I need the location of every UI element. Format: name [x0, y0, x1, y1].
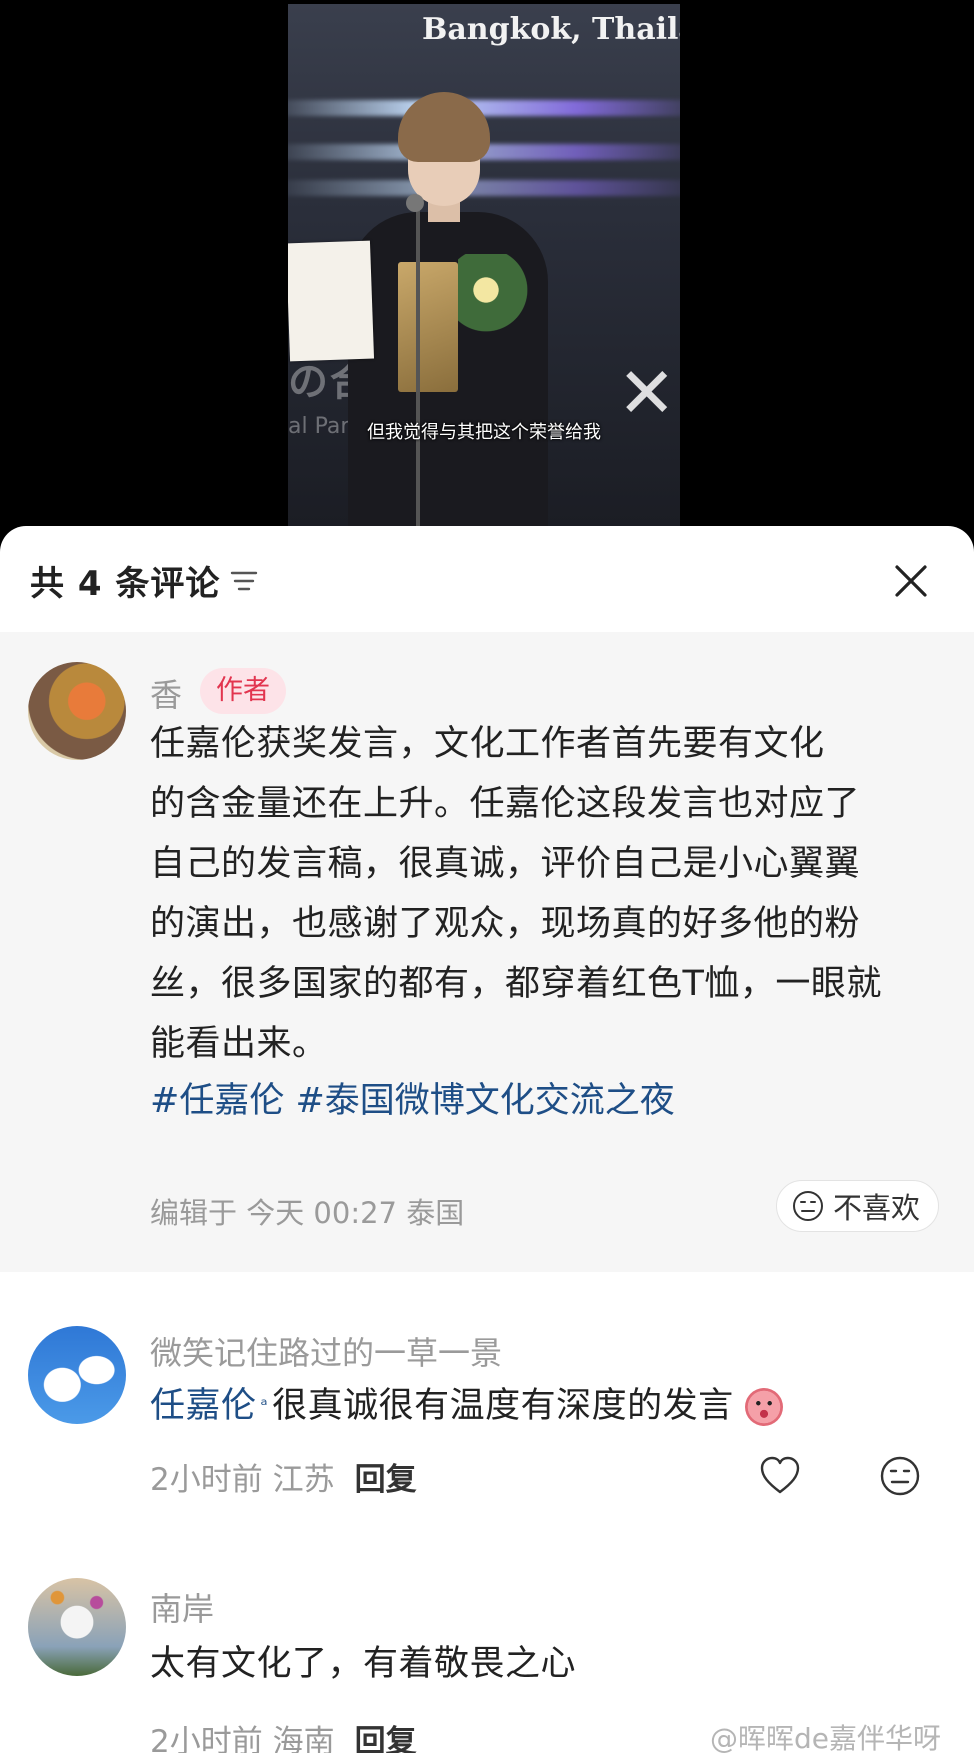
close-icon[interactable] [894, 564, 928, 598]
sort-filter-icon[interactable] [230, 568, 258, 594]
comment-text: 任嘉伦获奖发言，文化工作者首先要有文化 的含金量还在上升。任嘉伦这段发言也对应了… [150, 714, 940, 1074]
emoji-icon [745, 1388, 784, 1426]
comment-count: 共 4 条评论 [30, 564, 221, 604]
comment-meta: 2小时前 海南 回复 [150, 1716, 417, 1753]
meh-face-icon [793, 1191, 823, 1221]
video-location-text: Bangkok, Thailan [422, 12, 680, 47]
stage-light [288, 100, 680, 116]
comment-text-line: 丝，很多国家的都有，都穿着红色T恤，一眼就 [150, 964, 882, 1004]
avatar[interactable] [28, 662, 126, 760]
comment-text-line: 的含金量还在上升。任嘉伦这段发言也对应了 [150, 784, 861, 824]
reply-button[interactable]: 回复 [355, 1724, 417, 1753]
comment-text-line: 自己的发言稿，很真诚，评价自己是小心翼翼 [150, 844, 861, 884]
avatar[interactable] [28, 1578, 126, 1676]
comment-text-line: 任嘉伦获奖发言，文化工作者首先要有文化 [150, 724, 825, 764]
comment-time: 2小时前 江苏 [150, 1462, 335, 1498]
mic-stand [416, 204, 420, 526]
video-frame[interactable]: Bangkok, Thailan の合作 al Part ✕ 但我觉得与其把这个… [288, 4, 680, 526]
avatar[interactable] [28, 1326, 126, 1424]
hashtag-link[interactable]: #任嘉伦 [150, 1081, 284, 1121]
comment-username[interactable]: 香 [150, 670, 182, 716]
comment-username[interactable]: 南岸 [150, 1584, 214, 1630]
comment-item[interactable]: 微笑记住路过的一草一景 任嘉伦 ᵃ 很真诚很有温度有深度的发言 2小时前 江苏 回复 [0, 1326, 974, 1506]
hashtags: #任嘉伦 #泰国微博文化交流之夜 [150, 1072, 675, 1123]
mention-marker-icon: ᵃ [260, 1395, 269, 1416]
dislike-label: 不喜欢 [833, 1191, 921, 1225]
reply-button[interactable]: 回复 [355, 1462, 417, 1498]
dislike-button[interactable]: 不喜欢 [776, 1180, 940, 1232]
comment-sheet: 共 4 条评论 香 作者 任嘉伦获奖发言，文化工作者首先要有文化 的含金量还在上… [0, 526, 974, 1753]
comment-text-line: 能看出来。 [150, 1024, 328, 1064]
bouquet-image [458, 254, 528, 344]
comment-username[interactable]: 微笑记住路过的一草一景 [150, 1328, 502, 1374]
comment-meta: 编辑于 今天 00:27 泰国 [150, 1196, 465, 1230]
video-area[interactable]: Bangkok, Thailan の合作 al Part ✕ 但我觉得与其把这个… [0, 0, 974, 540]
comment-time: 2小时前 海南 [150, 1724, 335, 1753]
comment-meta: 2小时前 江苏 回复 [150, 1454, 417, 1499]
comment-body: 很真诚很有温度有深度的发言 [272, 1386, 734, 1426]
comment-text: 任嘉伦 ᵃ 很真诚很有温度有深度的发言 [150, 1376, 940, 1436]
meh-face-icon[interactable] [878, 1454, 922, 1498]
heart-icon[interactable] [758, 1454, 802, 1498]
certificate-image [288, 240, 375, 362]
stage-light [288, 180, 680, 196]
video-subtitle: 但我觉得与其把这个荣誉给我 [367, 422, 601, 443]
microphone-icon [406, 194, 424, 212]
mention-link[interactable]: 任嘉伦 [150, 1386, 257, 1426]
author-badge: 作者 [200, 668, 286, 714]
comment-text-line: 的演出，也感谢了观众，现场真的好多他的粉 [150, 904, 861, 944]
trophy-image [398, 262, 458, 392]
watermark: @晖晖de嘉伴华呀 [710, 1722, 942, 1753]
author-comment[interactable]: 香 作者 任嘉伦获奖发言，文化工作者首先要有文化 的含金量还在上升。任嘉伦这段发… [0, 632, 974, 1272]
comment-text: 太有文化了，有着敬畏之心 [150, 1644, 577, 1684]
hashtag-link[interactable]: #泰国微博文化交流之夜 [295, 1081, 674, 1121]
sheet-header: 共 4 条评论 [0, 526, 974, 632]
